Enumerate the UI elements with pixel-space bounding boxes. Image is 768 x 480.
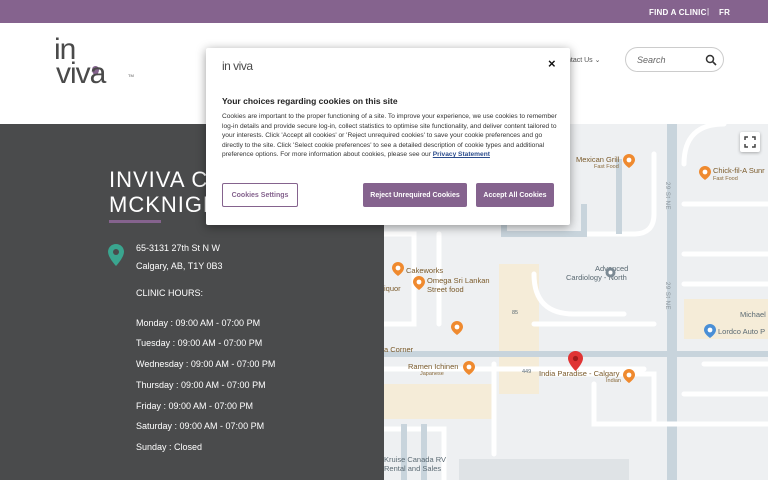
place-india-paradise-type: Indian — [606, 378, 621, 384]
chevron-down-icon: ⌄ — [594, 57, 601, 64]
restaurant-pin-icon[interactable] — [392, 262, 404, 276]
place-omega-street-food: Street food — [427, 285, 464, 294]
privacy-statement-link[interactable]: Privacy Statement — [433, 151, 490, 158]
place-kruise-rental: Rental and Sales — [384, 464, 442, 473]
cookie-consent-dialog: in viva × Your choices regarding cookies… — [206, 48, 570, 225]
place-omega-sri-lankan[interactable]: Omega Sri Lankan — [427, 276, 490, 285]
place-ramen-ichinen-type: Japanese — [420, 371, 444, 377]
reject-unrequired-cookies-button[interactable]: Reject Unrequired Cookies — [363, 183, 467, 207]
clinic-title-line2: MCKNIGH — [109, 192, 220, 217]
hours-tuesday: Tuesday : 09:00 AM - 07:00 PM — [136, 338, 263, 348]
place-ramen-ichinen[interactable]: Ramen Ichinen — [408, 362, 458, 371]
fullscreen-button[interactable] — [740, 132, 760, 152]
hours-monday: Monday : 09:00 AM - 07:00 PM — [136, 318, 261, 328]
restaurant-pin-icon[interactable] — [463, 361, 475, 375]
restaurant-pin-icon[interactable] — [699, 166, 711, 180]
road-label-29-st-ne-2: 29 St NE — [664, 282, 670, 311]
logo-trademark: TM — [128, 73, 134, 78]
title-underline — [109, 220, 161, 223]
place-india-paradise[interactable]: India Paradise - Calgary — [539, 369, 619, 378]
place-mexican-grill-type: Fast Food — [594, 164, 619, 170]
cookie-dialog-logo: in viva — [222, 59, 253, 73]
inviva-logo[interactable]: in viva TM — [54, 35, 144, 95]
cookies-settings-button[interactable]: Cookies Settings — [222, 183, 298, 207]
hours-saturday: Saturday : 09:00 AM - 07:00 PM — [136, 421, 265, 431]
place-lordco-auto[interactable]: Lordco Auto P — [718, 327, 765, 336]
clinic-title: INVIVA C MCKNIGH — [109, 167, 220, 217]
find-clinic-link[interactable]: FIND A CLINIC — [649, 8, 707, 17]
restaurant-pin-icon[interactable] — [451, 321, 463, 335]
clinic-hours-label: CLINIC HOURS: — [136, 288, 204, 298]
restaurant-pin-icon[interactable] — [623, 154, 635, 168]
cookie-dialog-heading: Your choices regarding cookies on this s… — [222, 96, 398, 106]
medical-pin-icon[interactable] — [605, 267, 616, 278]
place-liquor[interactable]: iquor — [384, 284, 401, 293]
hours-thursday: Thursday : 09:00 AM - 07:00 PM — [136, 380, 266, 390]
place-cakeworks[interactable]: Cakeworks — [406, 266, 443, 275]
place-mexican-grill[interactable]: Mexican Grill — [576, 155, 619, 164]
place-corner[interactable]: a Corner — [384, 345, 413, 354]
close-icon[interactable]: × — [548, 56, 556, 71]
restaurant-pin-icon[interactable] — [623, 369, 635, 383]
hours-wednesday: Wednesday : 09:00 AM - 07:00 PM — [136, 359, 276, 369]
topbar-separator: | — [707, 7, 710, 16]
restaurant-pin-icon[interactable] — [413, 276, 425, 290]
location-pin-icon — [108, 244, 124, 266]
accept-all-cookies-button[interactable]: Accept All Cookies — [476, 183, 554, 207]
place-chick-fil-a[interactable]: Chick-fil-A Sunr — [713, 166, 765, 175]
place-advanced-cardiology-north: Cardiology - North — [566, 273, 627, 282]
map-number-449: 449 — [522, 369, 532, 375]
clinic-location-marker-icon[interactable] — [568, 351, 583, 371]
road-label-29-st-ne: 29 St NE — [664, 182, 670, 211]
clinic-title-line1: INVIVA C — [109, 167, 209, 192]
search-placeholder: Search — [637, 55, 666, 65]
hours-sunday: Sunday : Closed — [136, 442, 203, 452]
logo-text-viva: viva — [56, 57, 106, 90]
cookie-dialog-body: Cookies are important to the proper func… — [222, 112, 558, 160]
cookie-dialog-text: Cookies are important to the proper func… — [222, 113, 557, 159]
search-input[interactable]: Search — [625, 47, 724, 72]
language-toggle-fr[interactable]: FR — [719, 8, 730, 17]
top-utility-bar: FIND A CLINIC | FR — [0, 0, 768, 23]
place-michaels[interactable]: Michael — [740, 310, 766, 319]
address-line-2: Calgary, AB, T1Y 0B3 — [136, 261, 223, 271]
map-number-85: 85 — [512, 310, 519, 316]
place-chick-fil-a-type: Fast Food — [713, 176, 738, 182]
hours-friday: Friday : 09:00 AM - 07:00 PM — [136, 401, 254, 411]
place-kruise-canada[interactable]: Kruise Canada RV — [384, 455, 446, 464]
shopping-pin-icon[interactable] — [704, 324, 716, 338]
search-icon[interactable] — [705, 54, 717, 66]
fullscreen-icon — [744, 136, 756, 148]
nav-contact-label: ntact Us — [567, 57, 593, 64]
nav-contact-us[interactable]: ntact Us ⌄ — [567, 56, 601, 64]
address-line-1: 65-3131 27th St N W — [136, 243, 221, 253]
